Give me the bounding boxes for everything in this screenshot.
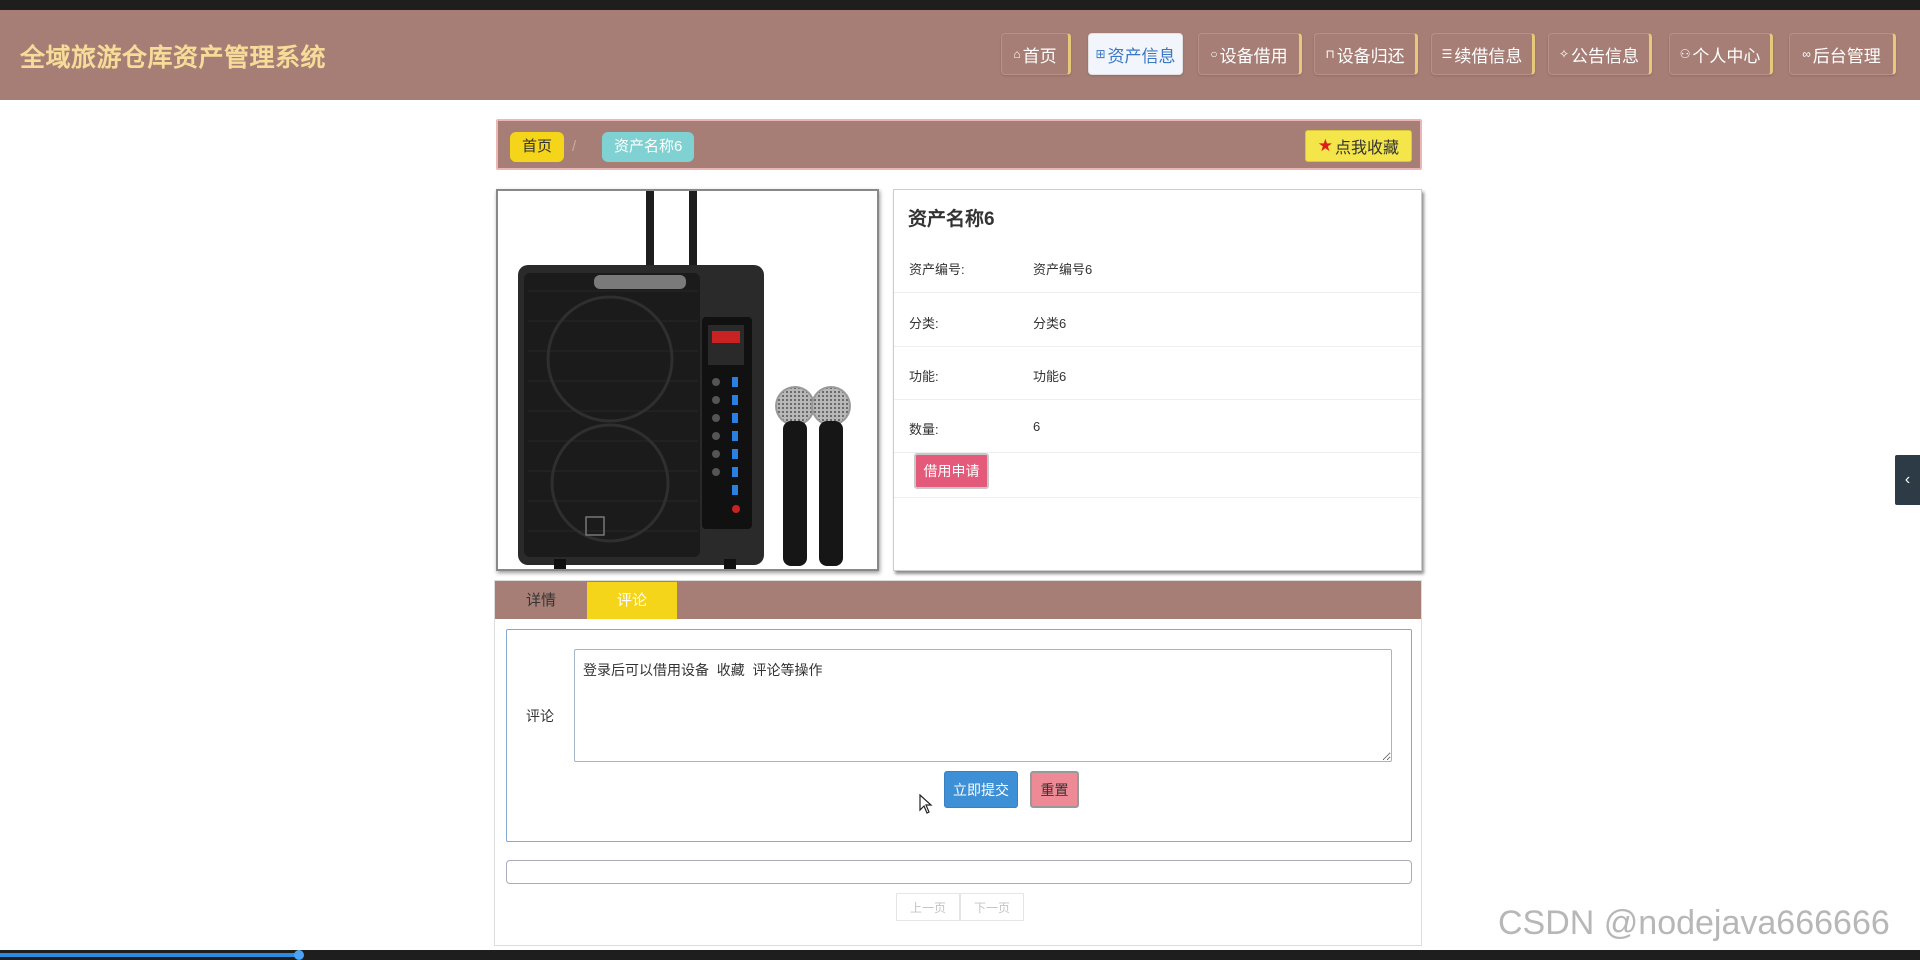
nav-item-label: 公告信息 bbox=[1571, 46, 1640, 66]
nav-item-label: 设备借用 bbox=[1219, 46, 1288, 66]
tab-comments[interactable]: 评论 bbox=[587, 582, 677, 619]
favorite-button[interactable]: ★ 点我收藏 bbox=[1304, 130, 1412, 162]
return-icon: ⊓ bbox=[1325, 47, 1335, 61]
nav-item-label: 后台管理 bbox=[1812, 46, 1881, 66]
nav-item-label: 设备归还 bbox=[1336, 46, 1405, 66]
next-page-button[interactable]: 下一页 bbox=[960, 893, 1024, 921]
info-row-category: 分类: 分类6 bbox=[894, 294, 1421, 347]
field-value: 分类6 bbox=[1033, 316, 1067, 331]
site-title: 全域旅游仓库资产管理系统 bbox=[20, 44, 327, 72]
tab-bar: 详情 评论 bbox=[495, 581, 1421, 619]
mouse-cursor-icon bbox=[919, 794, 933, 814]
reset-button[interactable]: 重置 bbox=[1030, 771, 1079, 808]
asset-info-panel: 资产名称6 资产编号: 资产编号6 分类: 分类6 功能: 功能6 数量: 6 … bbox=[893, 189, 1422, 571]
field-label: 数量: bbox=[909, 422, 939, 437]
favorite-label: 点我收藏 bbox=[1334, 140, 1399, 157]
nav-item-label: 首页 bbox=[1022, 46, 1057, 66]
speaker-image bbox=[498, 191, 877, 569]
nav-item-admin[interactable]: ∞ 后台管理 bbox=[1789, 33, 1896, 75]
grid-icon: ⊞ bbox=[1095, 47, 1106, 61]
nav-item-asset-info[interactable]: ⊞ 资产信息 bbox=[1088, 33, 1183, 75]
nav-item-announcements[interactable]: ✧ 公告信息 bbox=[1548, 33, 1652, 75]
nav-item-label: 续借信息 bbox=[1454, 46, 1523, 66]
field-value: 功能6 bbox=[1033, 369, 1067, 384]
info-row-asset-number: 资产编号: 资产编号6 bbox=[894, 240, 1421, 293]
borrow-request-button[interactable]: 借用申请 bbox=[914, 453, 989, 489]
breadcrumb-separator: / bbox=[572, 138, 577, 155]
comment-list bbox=[506, 860, 1412, 884]
nav-item-home[interactable]: ⌂ 首页 bbox=[1001, 33, 1071, 75]
window-top-strip bbox=[0, 0, 1920, 10]
field-label: 资产编号: bbox=[909, 262, 965, 277]
tab-details[interactable]: 详情 bbox=[495, 582, 587, 619]
asset-title: 资产名称6 bbox=[908, 209, 995, 230]
field-label: 分类: bbox=[909, 316, 939, 331]
comment-input[interactable] bbox=[574, 649, 1392, 762]
watermark: CSDN @nodejava666666 bbox=[1498, 904, 1890, 942]
site-header: 全域旅游仓库资产管理系统 ⌂ 首页 ⊞ 资产信息 ○ 设备借用 ⊓ 设备归还 ☰ 续借信息… bbox=[0, 10, 1920, 100]
field-value: 资产编号6 bbox=[1033, 262, 1093, 277]
nav-item-device-return[interactable]: ⊓ 设备归还 bbox=[1314, 33, 1418, 75]
breadcrumb-home[interactable]: 首页 bbox=[510, 132, 565, 162]
field-value: 6 bbox=[1033, 419, 1041, 434]
chevron-left-icon: ‹ bbox=[1904, 471, 1911, 488]
nav-item-personal-center[interactable]: ⚇ 个人中心 bbox=[1669, 33, 1773, 75]
comment-label: 评论 bbox=[526, 708, 554, 724]
video-progress-fill bbox=[0, 953, 303, 957]
link-icon: ∞ bbox=[1802, 47, 1811, 61]
detail-tabs: 详情 评论 评论 立即提交 重置 上一页 下一页 bbox=[494, 580, 1422, 946]
breadcrumb-current: 资产名称6 bbox=[602, 132, 695, 162]
field-label: 功能: bbox=[909, 369, 939, 384]
info-divider bbox=[894, 497, 1421, 498]
side-panel-toggle[interactable]: ‹ bbox=[1895, 455, 1920, 505]
info-row-function: 功能: 功能6 bbox=[894, 347, 1421, 400]
user-icon: ⚇ bbox=[1679, 47, 1691, 61]
pagination: 上一页 下一页 bbox=[896, 893, 1024, 921]
video-progress-handle[interactable] bbox=[294, 950, 304, 960]
prev-page-button[interactable]: 上一页 bbox=[896, 893, 960, 921]
chat-icon: ○ bbox=[1210, 47, 1218, 61]
comment-form: 评论 立即提交 重置 bbox=[506, 629, 1412, 842]
list-icon: ☰ bbox=[1441, 47, 1453, 61]
star-icon: ★ bbox=[1317, 136, 1333, 155]
breadcrumb: 首页 / 资产名称6 ★ 点我收藏 bbox=[496, 119, 1422, 170]
submit-button[interactable]: 立即提交 bbox=[944, 771, 1018, 808]
notice-icon: ✧ bbox=[1558, 47, 1570, 61]
home-icon: ⌂ bbox=[1013, 47, 1021, 61]
asset-image bbox=[496, 189, 879, 571]
nav-item-label: 个人中心 bbox=[1692, 46, 1761, 66]
nav-item-device-borrow[interactable]: ○ 设备借用 bbox=[1198, 33, 1302, 75]
nav-item-label: 资产信息 bbox=[1107, 46, 1176, 66]
nav-item-renewal-info[interactable]: ☰ 续借信息 bbox=[1431, 33, 1535, 75]
info-row-quantity: 数量: 6 bbox=[894, 400, 1421, 453]
